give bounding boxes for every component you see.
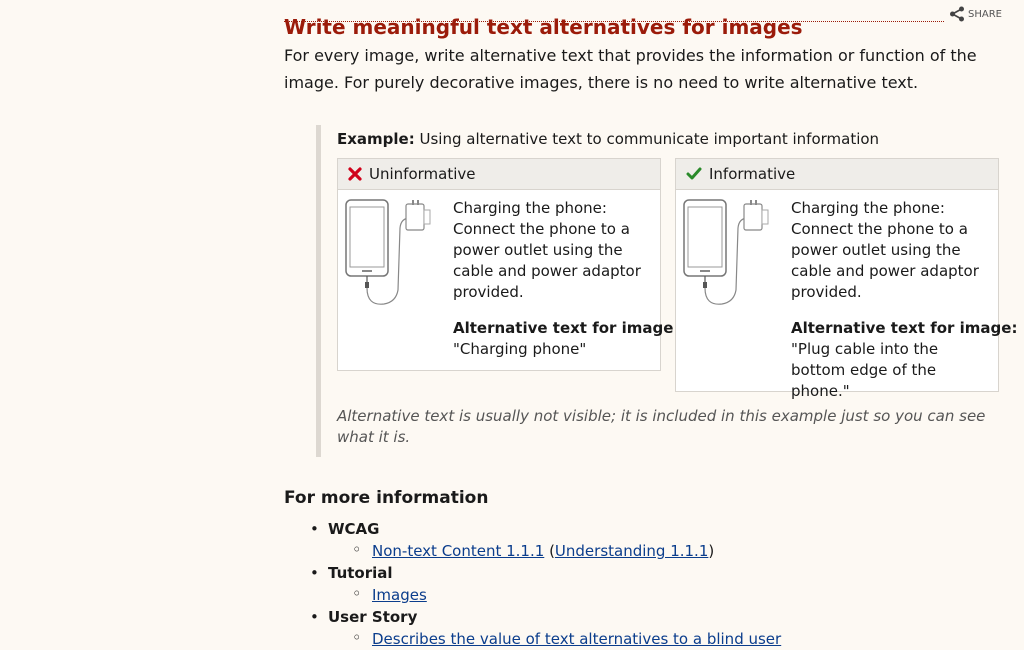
sublist: Images <box>328 583 781 606</box>
intro-paragraph: For every image, write alternative text … <box>284 46 977 92</box>
category-wcag: WCAG <box>328 520 380 538</box>
link-understanding[interactable]: Understanding 1.1.1 <box>555 542 708 560</box>
informative-card: Informative Charging the phone: Connect … <box>675 158 1017 400</box>
list-item: Non-text Content 1.1.1 (Understanding 1.… <box>328 539 781 562</box>
link-images[interactable]: Images <box>372 586 427 604</box>
section-title[interactable]: Write meaningful text alternatives for i… <box>284 15 803 39</box>
section-heading-row: Write meaningful text alternatives for i… <box>284 0 1004 39</box>
sublist: Non-text Content 1.1.1 (Understanding 1.… <box>328 539 781 562</box>
more-info-list: WCAG Non-text Content 1.1.1 (Understandi… <box>284 518 781 650</box>
category-user-story: User Story <box>328 608 418 626</box>
example-caption: Using alternative text to communicate im… <box>419 130 880 148</box>
card-description: Charging the phone: Connect the phone to… <box>453 199 641 301</box>
uninformative-card: Uninformative Charging the phone: Connec… <box>337 158 679 371</box>
list-item: WCAG Non-text Content 1.1.1 (Understandi… <box>284 518 781 562</box>
card-verdict-label: Uninformative <box>369 165 476 183</box>
paren-close: ) <box>708 542 715 560</box>
share-button[interactable]: SHARE <box>949 6 1002 22</box>
charging-phone-illustration <box>345 199 431 305</box>
alt-text-label: Alternative text for image: <box>791 319 1018 337</box>
card-header: Informative <box>676 159 998 190</box>
link-non-text-content[interactable]: Non-text Content 1.1.1 <box>372 542 544 560</box>
heading-divider <box>284 21 944 22</box>
category-tutorial: Tutorial <box>328 564 393 582</box>
link-user-story[interactable]: Describes the value of text alternatives… <box>372 630 781 648</box>
alt-text-value: "Plug cable into the bottom edge of the … <box>791 340 939 400</box>
check-icon <box>686 167 702 180</box>
card-verdict-label: Informative <box>709 165 796 183</box>
share-icon <box>950 6 965 22</box>
alt-text-label: Alternative text for image: <box>453 319 680 337</box>
cross-icon <box>348 167 362 181</box>
example-heading: Example: Using alternative text to commu… <box>337 130 879 148</box>
list-item: Describes the value of text alternatives… <box>328 627 781 650</box>
list-item: Tutorial Images <box>284 562 781 606</box>
list-item: User Story Describes the value of text a… <box>284 606 781 650</box>
card-header: Uninformative <box>338 159 660 190</box>
example-label: Example: <box>337 130 415 148</box>
more-info-title: For more information <box>284 488 489 508</box>
example-box: Example: Using alternative text to commu… <box>316 125 1017 457</box>
share-label: SHARE <box>968 8 1002 20</box>
alt-text-value: "Charging phone" <box>453 340 587 358</box>
example-note: Alternative text is usually not visible;… <box>337 407 986 446</box>
charging-phone-illustration <box>683 199 769 305</box>
card-description: Charging the phone: Connect the phone to… <box>791 199 979 301</box>
list-item: Images <box>328 583 781 606</box>
sublist: Describes the value of text alternatives… <box>328 627 781 650</box>
